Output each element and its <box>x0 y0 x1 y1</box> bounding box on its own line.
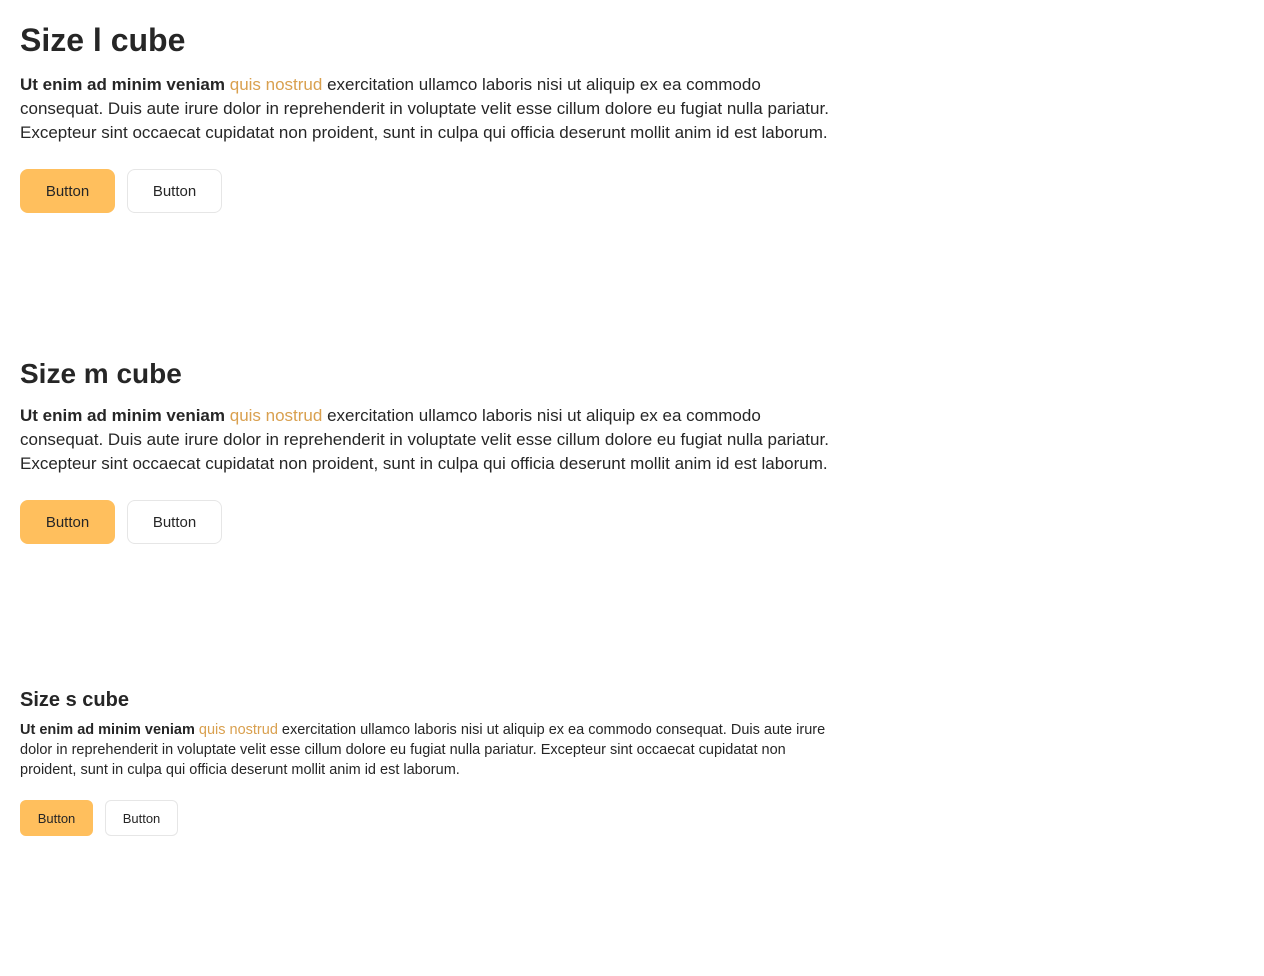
cube-title: Size l cube <box>20 22 186 58</box>
primary-button[interactable]: Button <box>20 500 115 544</box>
cube-paragraph: Ut enim ad minim veniam quis nostrud exe… <box>20 404 835 476</box>
paragraph-bold-text: Ut enim ad minim veniam <box>20 75 225 94</box>
button-row: Button Button <box>20 169 835 213</box>
secondary-button[interactable]: Button <box>127 500 222 544</box>
secondary-button[interactable]: Button <box>127 169 222 213</box>
paragraph-highlight-text: quis nostrud <box>229 406 323 425</box>
cube-size-s: Size s cube Ut enim ad minim veniam quis… <box>20 688 835 836</box>
primary-button[interactable]: Button <box>20 169 115 213</box>
secondary-button[interactable]: Button <box>105 800 178 836</box>
paragraph-highlight-text: quis nostrud <box>198 722 278 738</box>
cube-paragraph: Ut enim ad minim veniam quis nostrud exe… <box>20 720 835 780</box>
cube-paragraph: Ut enim ad minim veniam quis nostrud exe… <box>20 73 835 145</box>
paragraph-bold-text: Ut enim ad minim veniam <box>20 406 225 425</box>
page: Size l cube Ut enim ad minim veniam quis… <box>0 0 1264 976</box>
button-row: Button Button <box>20 800 835 836</box>
paragraph-bold-text: Ut enim ad minim veniam <box>20 722 195 738</box>
primary-button[interactable]: Button <box>20 800 93 836</box>
cube-title: Size s cube <box>20 689 129 711</box>
cube-title: Size m cube <box>20 358 182 389</box>
cube-size-m: Size m cube Ut enim ad minim veniam quis… <box>20 356 835 544</box>
button-row: Button Button <box>20 500 835 544</box>
cube-size-l: Size l cube Ut enim ad minim veniam quis… <box>20 20 835 213</box>
paragraph-highlight-text: quis nostrud <box>229 75 323 94</box>
